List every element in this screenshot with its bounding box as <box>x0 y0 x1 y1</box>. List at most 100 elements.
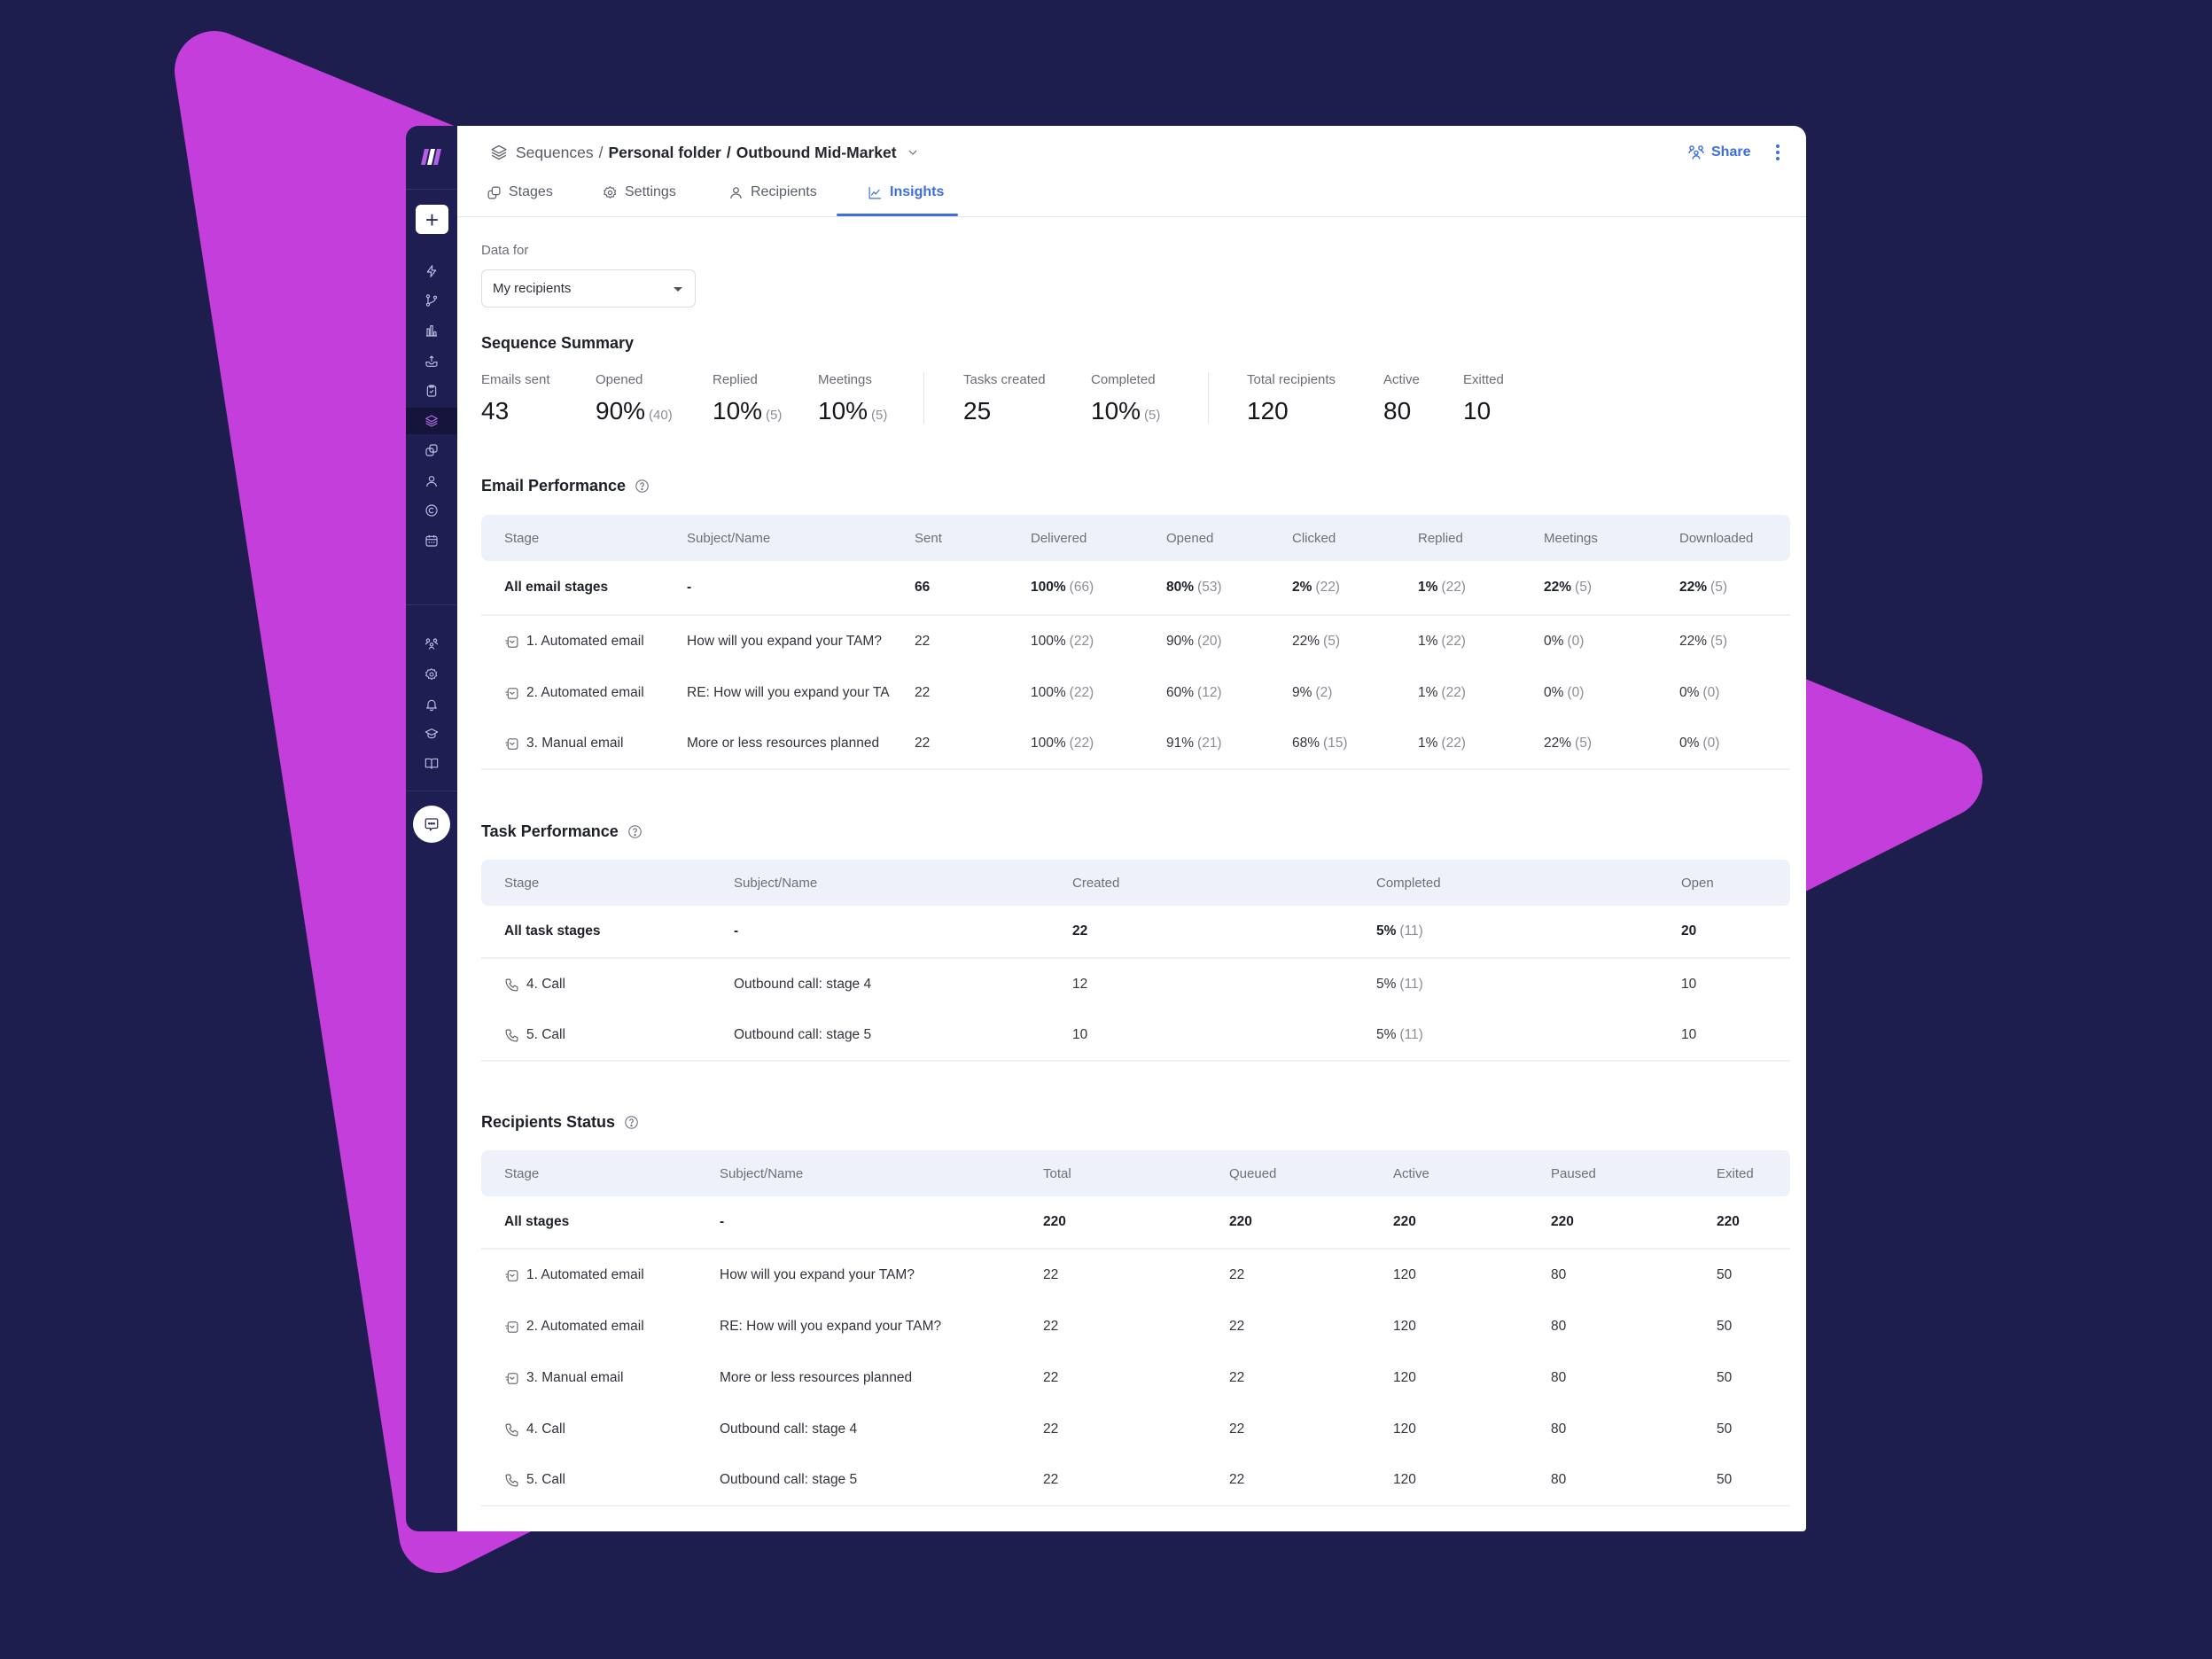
meetings-cell: 0% (0) <box>1544 685 1679 701</box>
stat-value: 10% <box>818 397 868 424</box>
stage-name: 5. Call <box>526 1027 565 1042</box>
tab-settings[interactable]: Settings <box>603 182 676 203</box>
column-header: Total <box>1043 1165 1071 1181</box>
paused-cell: 80 <box>1551 1370 1567 1385</box>
graduation-cap-icon <box>424 727 439 741</box>
sidebar-item-sequences[interactable] <box>406 408 457 434</box>
column-header: Replied <box>1418 530 1463 546</box>
column-header: Open <box>1681 875 1714 891</box>
lightning-icon <box>424 264 439 278</box>
stat-replied: Replied 10% (5) <box>713 371 782 430</box>
sidebar-item-contacts[interactable] <box>406 468 457 495</box>
count: (5) <box>1575 580 1592 595</box>
stage-cell: 5. Call <box>504 1472 720 1488</box>
email-performance-title: Email Performance <box>481 475 650 496</box>
tab-stages[interactable]: Stages <box>487 182 553 203</box>
team-icon <box>424 636 439 650</box>
column-header: Sent <box>915 530 942 546</box>
sidebar-item-academy[interactable] <box>406 720 457 747</box>
delivered-cell: 100% (22) <box>1031 685 1166 701</box>
sequence-summary-title: Sequence Summary <box>481 332 634 354</box>
sidebar-item-tasks[interactable] <box>406 378 457 404</box>
sidebar-item-settings[interactable] <box>406 661 457 688</box>
layers-icon <box>490 144 508 161</box>
sidebar-item-templates[interactable] <box>406 437 457 463</box>
sidebar-item-knowledge-base[interactable] <box>406 750 457 776</box>
app-logo[interactable] <box>421 147 442 167</box>
stat-detail: (5) <box>766 408 783 423</box>
caret-down-icon <box>674 287 682 292</box>
tab-label: Insights <box>890 184 945 199</box>
pct: 0% <box>1544 634 1564 649</box>
chat-button[interactable] <box>413 806 450 843</box>
new-button[interactable]: + <box>416 205 448 234</box>
sidebar-item-reports[interactable] <box>406 317 457 344</box>
more-options-button[interactable] <box>1769 140 1787 165</box>
table-row-summary: All stages - 220 220 220 220 220 <box>481 1196 1790 1250</box>
email-icon <box>504 736 519 752</box>
chevron-down-icon[interactable] <box>906 145 920 160</box>
stat-label: Emails sent <box>481 372 550 387</box>
paused-cell: 220 <box>1551 1214 1574 1229</box>
column-header: Meetings <box>1544 530 1598 546</box>
stat-meetings: Meetings 10% (5) <box>818 371 887 430</box>
subject-cell: Outbound call: stage 4 <box>734 977 872 992</box>
help-icon[interactable] <box>624 1115 639 1130</box>
help-icon[interactable] <box>627 824 643 839</box>
sidebar-item-team[interactable] <box>406 630 457 657</box>
pct: 60% <box>1166 685 1195 700</box>
sidebar-item-notifications[interactable] <box>406 691 457 718</box>
column-header: Exited <box>1717 1165 1754 1181</box>
downloaded-cell: 22% (5) <box>1679 580 1790 596</box>
count: (22) <box>1069 685 1094 700</box>
meetings-cell: 22% (5) <box>1544 736 1679 752</box>
active-cell: 120 <box>1393 1267 1416 1282</box>
count: (5) <box>1323 634 1340 649</box>
completed-cell: 5% (11) <box>1376 923 1681 939</box>
sidebar-item-meetings[interactable] <box>406 527 457 554</box>
queued-cell: 22 <box>1229 1267 1245 1282</box>
tab-recipients[interactable]: Recipients <box>728 182 817 203</box>
breadcrumb-sequences[interactable]: Sequences <box>516 144 594 162</box>
sidebar-item-companies[interactable] <box>406 497 457 524</box>
recipients-status-title: Recipients Status <box>481 1111 639 1133</box>
share-button[interactable]: Share <box>1687 142 1750 163</box>
sidebar-item-workflows[interactable] <box>406 287 457 314</box>
replied-cell: 1% (22) <box>1418 580 1544 596</box>
pct: 22% <box>1292 634 1320 649</box>
stat-value: 10% <box>1091 397 1141 424</box>
downloaded-cell: 0% (0) <box>1679 736 1790 752</box>
stage-name: 4. Call <box>526 977 565 992</box>
stage-cell: All stages <box>504 1214 570 1229</box>
active-cell: 120 <box>1393 1370 1416 1385</box>
subject-cell: RE: How will you expand your TA <box>687 685 890 700</box>
count: (5) <box>1575 736 1592 751</box>
help-icon[interactable] <box>635 479 650 494</box>
subject-cell: Outbound call: stage 5 <box>734 1027 872 1042</box>
active-cell: 120 <box>1393 1472 1416 1487</box>
pct: 90% <box>1166 634 1195 649</box>
column-header: Active <box>1393 1165 1429 1181</box>
tab-insights[interactable]: Insights <box>868 182 944 203</box>
stat-divider <box>923 372 924 424</box>
data-for-select[interactable]: My recipients <box>481 269 696 308</box>
stage-cell: 2. Automated email <box>504 685 687 701</box>
sidebar-item-automation[interactable] <box>406 258 457 284</box>
stat-emails-sent: Emails sent 43 <box>481 371 550 425</box>
completed-cell: 5% (11) <box>1376 977 1681 993</box>
stat-value: 25 <box>963 397 992 424</box>
bar-chart-icon <box>424 323 439 338</box>
created-cell: 10 <box>1072 1027 1088 1042</box>
breadcrumb-folder[interactable]: Personal folder <box>608 144 720 162</box>
stage-cell: 2. Automated email <box>504 1319 720 1335</box>
column-header: Created <box>1072 875 1120 891</box>
section-title-text: Task Performance <box>481 822 619 840</box>
email-icon <box>504 686 519 701</box>
table-header: Stage Subject/Name Created Completed Ope… <box>481 860 1790 906</box>
sidebar-item-inbox[interactable] <box>406 348 457 375</box>
stat-label: Opened <box>596 372 643 387</box>
book-icon <box>424 756 439 770</box>
column-header: Delivered <box>1031 530 1087 546</box>
count: (22) <box>1441 634 1466 649</box>
stat-detail: (5) <box>871 408 888 423</box>
